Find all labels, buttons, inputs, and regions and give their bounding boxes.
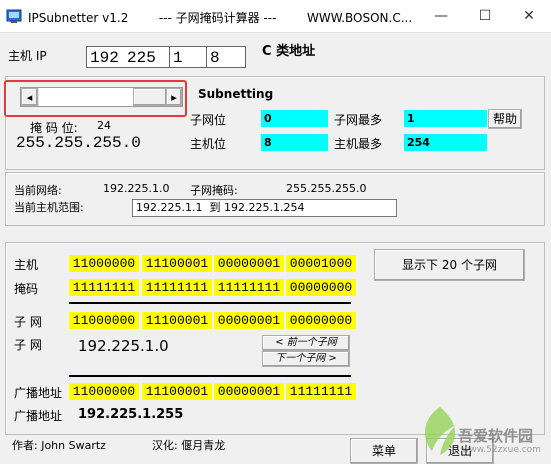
mask-bits-slider[interactable]: ◂ ▸: [20, 87, 183, 107]
minimize-button[interactable]: —: [419, 0, 463, 32]
host-binary-octet-3: 00000001: [214, 255, 284, 272]
watermark-brand: 吾爱软件园: [458, 427, 534, 445]
host-binary-octet-1: 11000000: [69, 255, 139, 272]
mask-bits-value: 24: [97, 119, 111, 132]
help-button[interactable]: 帮助: [488, 109, 522, 129]
mask-binary-label: 掩码: [14, 282, 39, 296]
subnet-bits-value: 0: [261, 110, 328, 127]
host-bits-label: 主机位: [190, 137, 227, 151]
subnet-mask-display: 255.255.255.0: [16, 134, 141, 152]
separator-line-1: [69, 302, 351, 304]
subnet-binary-label: 子 网: [14, 315, 42, 329]
max-hosts-value: 254: [404, 134, 487, 151]
mask-binary-octet-1: 11111111: [69, 279, 139, 296]
broadcast-binary-octet-1: 11000000: [69, 383, 139, 400]
translator-label: 汉化: 偃月青龙: [152, 439, 226, 452]
prev-subnet-button[interactable]: < 前一个子网: [262, 335, 350, 351]
subnet-mask-value: 255.255.255.0: [286, 182, 367, 195]
subnet-binary-octet-4: 00000000: [286, 312, 356, 329]
ip-octet-4-input[interactable]: 8: [206, 46, 246, 68]
author-label: 作者: John Swartz: [12, 439, 106, 452]
ip-octet-2-input[interactable]: 225: [124, 46, 170, 68]
current-network-value: 192.225.1.0: [103, 182, 170, 195]
subnet-bits-label: 子网位: [190, 113, 227, 127]
subnet-binary-octet-1: 11000000: [69, 312, 139, 329]
ip-class-label: C 类地址: [262, 44, 316, 59]
host-range-label: 当前主机范围:: [14, 201, 84, 214]
subnetting-heading: Subnetting: [198, 87, 274, 101]
mask-binary-octet-4: 00000000: [286, 279, 356, 296]
slider-right-arrow-icon[interactable]: ▸: [166, 88, 182, 106]
show-next-20-subnets-button[interactable]: 显示下 20 个子网: [374, 249, 525, 281]
max-subnets-label: 子网最多: [334, 113, 383, 127]
host-binary-octet-2: 11100001: [142, 255, 212, 272]
slider-thumb[interactable]: [133, 88, 167, 106]
mask-binary-octet-3: 11111111: [214, 279, 284, 296]
slider-left-arrow-icon[interactable]: ◂: [21, 88, 38, 106]
host-bits-value: 8: [261, 134, 328, 151]
broadcast-binary-octet-4: 11111111: [286, 383, 356, 400]
broadcast-binary-label: 广播地址: [14, 386, 63, 400]
separator-line-2: [69, 375, 351, 377]
subnet-binary-octet-3: 00000001: [214, 312, 284, 329]
mask-binary-octet-2: 11111111: [142, 279, 212, 296]
broadcast-binary-octet-2: 11100001: [142, 383, 212, 400]
broadcast-address-value: 192.225.1.255: [78, 407, 184, 422]
menu-button[interactable]: 菜单: [350, 438, 418, 464]
watermark-url: www.52zxue.com: [462, 445, 541, 455]
host-range-field[interactable]: 192.225.1.1 到 192.225.1.254: [132, 199, 397, 217]
subnet-mask-label: 子网掩码:: [190, 184, 238, 197]
subnet-address-value: 192.225.1.0: [78, 337, 169, 355]
app-icon: [6, 8, 22, 24]
current-network-label: 当前网络:: [14, 184, 62, 197]
max-subnets-value: 1: [404, 110, 487, 127]
subnet-address-label: 子 网: [14, 338, 42, 352]
subnet-binary-octet-2: 11100001: [142, 312, 212, 329]
maximize-button[interactable]: ☐: [463, 0, 507, 32]
host-ip-label: 主机 IP: [8, 49, 47, 63]
next-subnet-button[interactable]: 下一个子网 >: [262, 351, 350, 367]
title-bar: IPSubnetter v1.2 --- 子网掩码计算器 --- WWW.BOS…: [0, 0, 551, 33]
close-button[interactable]: ✕: [507, 0, 551, 32]
window-title: IPSubnetter v1.2 --- 子网掩码计算器 --- WWW.BOS…: [28, 11, 413, 25]
ip-octet-3-input[interactable]: 1: [169, 46, 207, 68]
max-hosts-label: 主机最多: [334, 137, 383, 151]
watermark: 吾爱软件园 www.52zxue.com: [410, 395, 550, 461]
broadcast-binary-octet-3: 00000001: [214, 383, 284, 400]
host-binary-octet-4: 00001000: [286, 255, 356, 272]
host-binary-label: 主机: [14, 258, 39, 272]
broadcast-address-label: 广播地址: [14, 409, 63, 423]
